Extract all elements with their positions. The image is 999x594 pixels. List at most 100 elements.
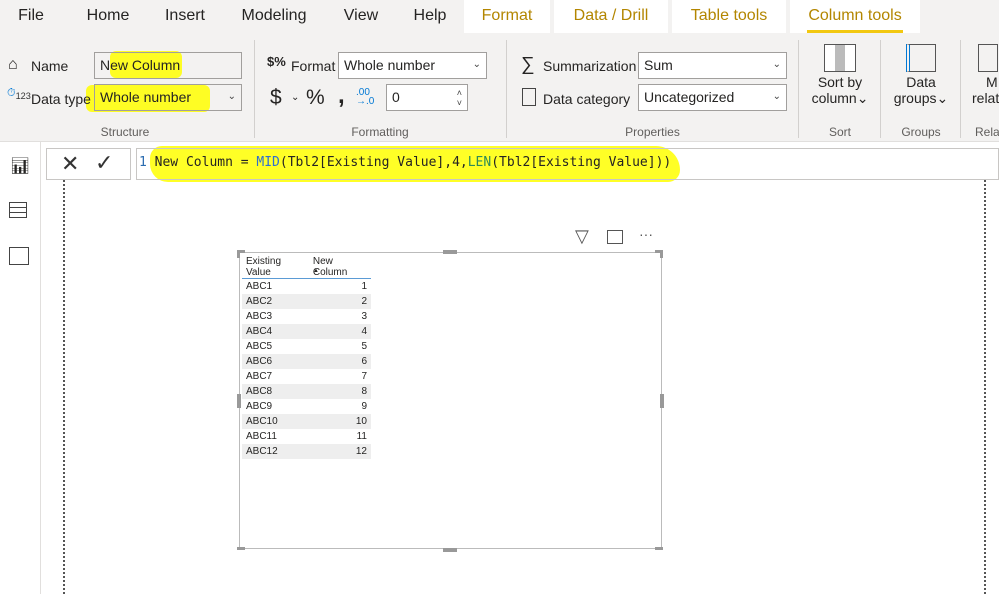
tab-data-drill[interactable]: Data / Drill	[554, 0, 668, 33]
filter-icon[interactable]: ▽	[575, 226, 589, 247]
data-view-icon[interactable]	[9, 202, 27, 218]
summarization-label: Summarization	[543, 58, 637, 74]
table-row[interactable]: ABC3 3	[242, 309, 371, 324]
existing-value-cell: ABC3	[246, 310, 273, 322]
more-options-icon[interactable]: ···	[639, 226, 653, 242]
active-tab-underline	[807, 30, 903, 33]
existing-value-cell: ABC6	[242, 353, 309, 369]
tab-view[interactable]: View	[334, 0, 388, 33]
group-label-relationships: Rela	[975, 125, 999, 139]
table-row[interactable]: ABC11 11	[242, 429, 371, 444]
divider	[798, 40, 799, 138]
chevron-down-icon[interactable]: ⌄	[291, 92, 299, 103]
view-sidebar: 📊︎	[0, 142, 41, 594]
sort-icon	[824, 44, 856, 72]
divider	[880, 40, 881, 138]
group-label-groups: Groups	[901, 125, 941, 139]
data-groups-icon	[906, 44, 936, 72]
check-icon[interactable]: ✓	[95, 150, 113, 176]
existing-value-cell: ABC12	[242, 443, 309, 459]
stepper-icon[interactable]: ˄ ˅	[457, 88, 462, 108]
decimal-places-input[interactable]: 0 ˄ ˅	[386, 84, 468, 111]
summarization-select[interactable]: Sum ⌄	[638, 52, 787, 79]
group-label-structure: Structure	[100, 125, 150, 139]
existing-value-cell: ABC4	[242, 323, 309, 339]
tab-file[interactable]: File	[6, 0, 56, 33]
table-visual[interactable]: Existing Value New Column ABC1 1 ABC2 2 ABC3…	[239, 252, 662, 549]
groups-label: Data	[906, 74, 936, 90]
group-label-formatting: Formatting	[351, 125, 409, 139]
formula-input[interactable]: 1 New Column = MID(Tbl2[Existing Value],…	[136, 148, 999, 180]
resize-handle[interactable]	[443, 250, 457, 254]
column-header[interactable]: Existing Value	[242, 253, 309, 279]
table-row[interactable]: ABC8 8	[242, 383, 371, 399]
resize-handle[interactable]	[660, 394, 664, 408]
page-border	[63, 180, 65, 594]
report-view-icon[interactable]: 📊︎	[10, 156, 30, 176]
category-label: Data category	[543, 91, 631, 107]
model-view-icon[interactable]	[9, 247, 29, 265]
datatype-select[interactable]: Whole number ⌄	[94, 84, 242, 111]
table-row[interactable]: ABC6 6	[242, 353, 371, 369]
formula-function: LEN	[467, 155, 492, 170]
name-input[interactable]: New Column	[94, 52, 242, 79]
percent-button[interactable]: %	[306, 86, 325, 110]
close-icon[interactable]: ✕	[61, 151, 79, 177]
table-row[interactable]: ABC2 2	[242, 293, 371, 309]
sort-label: Sort by	[817, 74, 863, 90]
table-row[interactable]: ABC4 4	[242, 323, 371, 339]
tab-insert[interactable]: Insert	[155, 0, 215, 33]
existing-value-cell: ABC1	[246, 280, 273, 292]
tab-help[interactable]: Help	[404, 0, 456, 33]
group-label-properties: Properties	[625, 125, 680, 139]
table-row[interactable]: ABC1 1	[242, 279, 371, 294]
relationships-label-2: relat	[972, 90, 999, 106]
format-select[interactable]: Whole number ⌄	[338, 52, 487, 79]
resize-handle[interactable]	[443, 548, 457, 552]
sort-by-column-button[interactable]: Sort by column⌄	[810, 44, 870, 118]
table-row[interactable]: ABC10 10	[242, 413, 371, 429]
formula-actions: ✕ ✓	[46, 148, 131, 180]
resize-handle[interactable]	[237, 394, 241, 408]
decimal-icon[interactable]: .00 →.0	[356, 88, 374, 107]
formula-text: (Tbl2[Existing Value]))	[491, 155, 672, 170]
relationships-icon	[978, 44, 998, 72]
column-header[interactable]: New Column	[308, 253, 371, 279]
table-row[interactable]: ABC12 12	[242, 443, 371, 459]
page-border	[984, 180, 986, 594]
comma-button[interactable]: ,	[338, 82, 345, 110]
sigma-icon: ∑	[521, 54, 535, 75]
manage-relationships-button[interactable]: M relat	[972, 44, 999, 106]
table-row[interactable]: ABC7 7	[242, 369, 371, 384]
new-column-cell: 6	[308, 353, 371, 369]
table-row[interactable]: ABC9 9	[242, 399, 371, 414]
data-table: Existing Value New Column ABC1 1 ABC2 2 ABC3…	[242, 253, 371, 459]
existing-value-cell: ABC9	[246, 400, 273, 412]
resize-handle[interactable]	[655, 547, 663, 550]
datatype-label: Data type	[31, 91, 91, 107]
existing-value-cell: ABC2	[242, 293, 309, 309]
resize-handle[interactable]	[660, 250, 663, 258]
data-category-icon	[522, 88, 536, 106]
tab-column-tools[interactable]: Column tools	[790, 0, 920, 33]
resize-handle[interactable]	[237, 547, 245, 550]
sort-ascending-icon: ▲	[313, 268, 319, 274]
existing-value-cell: ABC7	[246, 370, 273, 382]
table-row[interactable]: ABC5 5	[242, 339, 371, 354]
data-groups-button[interactable]: Data groups⌄	[888, 44, 954, 118]
format-icon: $%	[267, 54, 286, 69]
tab-home[interactable]: Home	[78, 0, 138, 33]
category-select[interactable]: Uncategorized ⌄	[638, 84, 787, 111]
resize-handle[interactable]	[237, 250, 240, 258]
tab-modeling[interactable]: Modeling	[232, 0, 316, 33]
new-column-cell: 8	[308, 383, 371, 399]
name-value: New Column	[100, 57, 181, 73]
tab-table-tools[interactable]: Table tools	[672, 0, 786, 33]
chevron-down-icon: ⌄	[472, 59, 481, 70]
tab-format[interactable]: Format	[464, 0, 550, 33]
focus-mode-icon[interactable]	[607, 230, 623, 244]
formula-text: (Tbl2[Existing Value],4,	[279, 155, 468, 170]
new-column-cell: 5	[361, 340, 367, 352]
currency-button[interactable]: $	[270, 86, 282, 110]
formula-function: MID	[256, 155, 280, 170]
